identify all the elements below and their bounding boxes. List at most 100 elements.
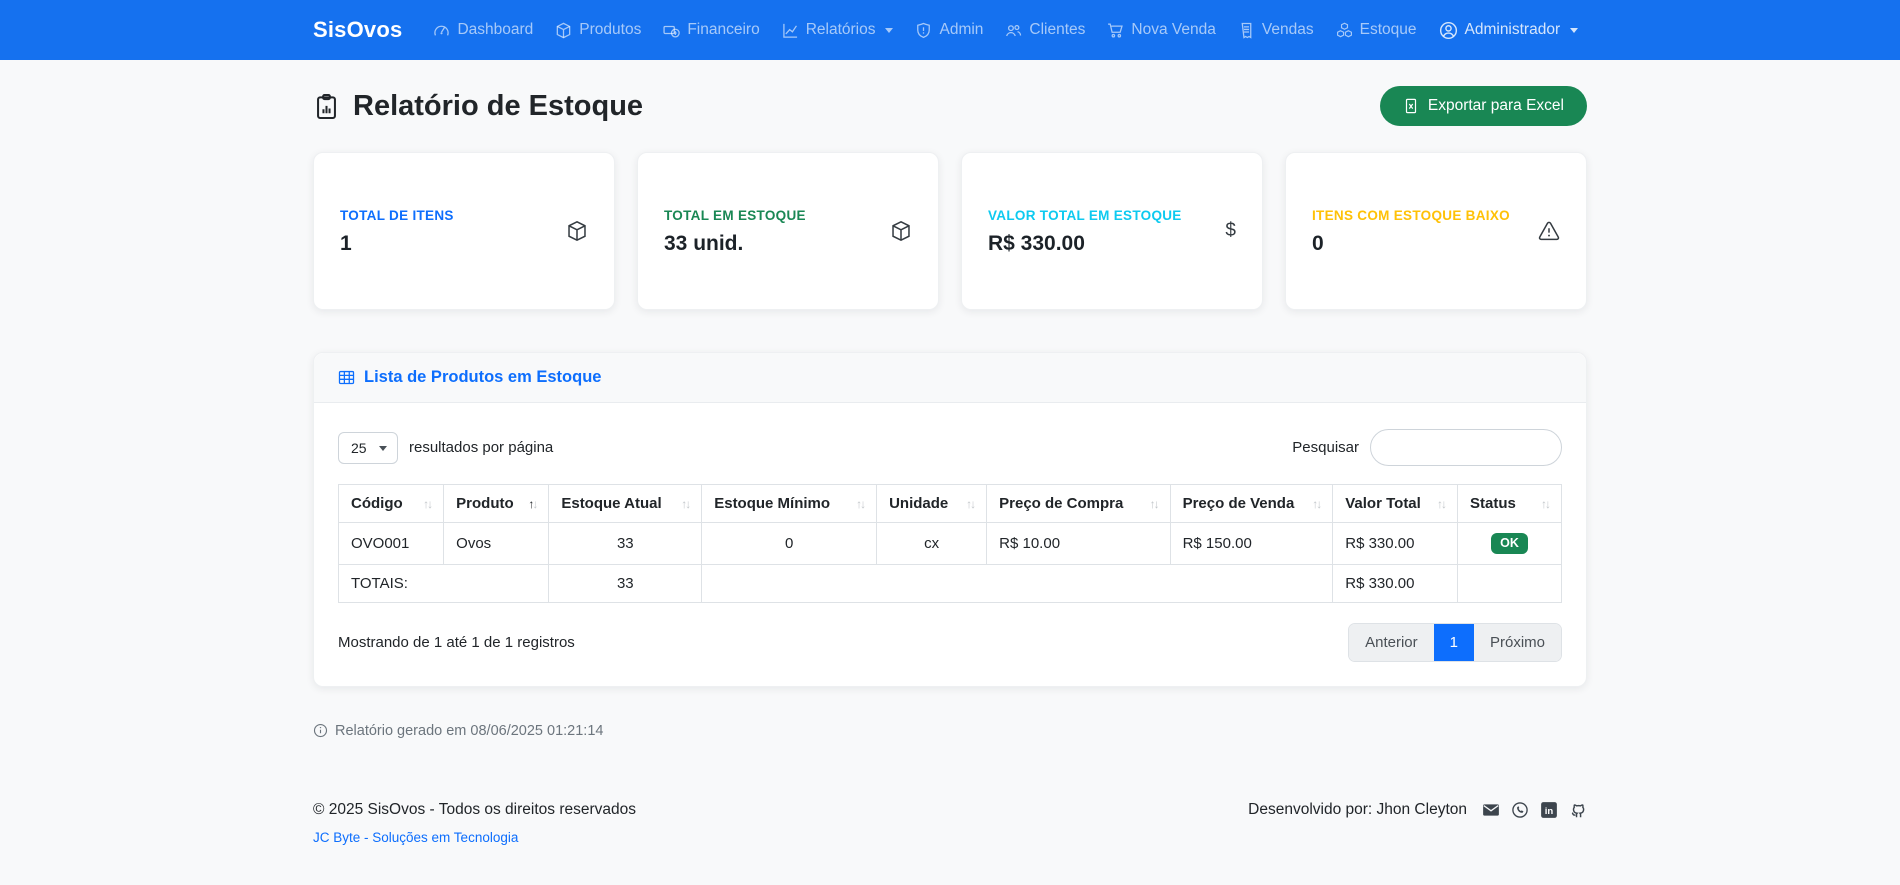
nav-item-admin[interactable]: Admin bbox=[904, 13, 994, 47]
nav-item-label: Produtos bbox=[579, 21, 641, 39]
top-navbar: SisOvos Dashboard Produtos Financeiro Re… bbox=[0, 0, 1900, 60]
nav-item-label: Estoque bbox=[1360, 21, 1417, 39]
pagination-page-1-button[interactable]: 1 bbox=[1434, 624, 1474, 661]
table-icon bbox=[338, 369, 355, 386]
cart-icon bbox=[1107, 22, 1124, 39]
receipt-icon bbox=[1238, 22, 1255, 39]
chevron-down-icon bbox=[1570, 28, 1578, 33]
cash-coin-icon bbox=[663, 22, 680, 39]
search-input[interactable] bbox=[1370, 429, 1562, 466]
person-circle-icon bbox=[1439, 21, 1458, 40]
totals-valor: R$ 330.00 bbox=[1333, 564, 1458, 602]
card-title: TOTAL EM ESTOQUE bbox=[664, 206, 880, 227]
chevron-down-icon bbox=[885, 28, 893, 33]
column-header-codigo[interactable]: Código↑↓ bbox=[339, 485, 444, 523]
nav-item-estoque[interactable]: Estoque bbox=[1325, 13, 1428, 47]
column-header-preco-compra[interactable]: Preço de Compra↑↓ bbox=[987, 485, 1170, 523]
box-icon bbox=[890, 220, 912, 242]
totals-estoque: 33 bbox=[549, 564, 702, 602]
nav-item-nova-venda[interactable]: Nova Venda bbox=[1096, 13, 1226, 47]
page-length-label: resultados por página bbox=[409, 439, 553, 456]
cell-valor-total: R$ 330.00 bbox=[1333, 523, 1458, 565]
pagination-next-button[interactable]: Próximo bbox=[1474, 624, 1561, 661]
info-circle-icon bbox=[313, 723, 328, 738]
cell-produto: Ovos bbox=[444, 523, 549, 565]
cell-unidade: cx bbox=[877, 523, 987, 565]
nav-item-label: Financeiro bbox=[687, 21, 759, 39]
nav-item-label: Vendas bbox=[1262, 21, 1314, 39]
page-title: Relatório de Estoque bbox=[313, 90, 643, 123]
warning-icon bbox=[1538, 220, 1560, 242]
column-header-preco-venda[interactable]: Preço de Venda↑↓ bbox=[1170, 485, 1333, 523]
sort-icon: ↑↓ bbox=[1312, 497, 1320, 511]
card-title: TOTAL DE ITENS bbox=[340, 206, 556, 227]
report-generated-note: Relatório gerado em 08/06/2025 01:21:14 bbox=[313, 723, 1587, 739]
cell-status: OK bbox=[1457, 523, 1561, 565]
user-menu[interactable]: Administrador bbox=[1428, 13, 1590, 48]
table-row: OVO001 Ovos 33 0 cx R$ 10.00 R$ 150.00 R… bbox=[339, 523, 1562, 565]
shield-icon bbox=[915, 22, 932, 39]
email-icon[interactable] bbox=[1482, 801, 1500, 819]
whatsapp-icon[interactable] bbox=[1511, 801, 1529, 819]
card-total-estoque: TOTAL EM ESTOQUE 33 unid. bbox=[637, 152, 939, 310]
dollar-icon: $ bbox=[1225, 220, 1236, 242]
table-header-row: Código↑↓ Produto↑↓ Estoque Atual↑↓ Estoq… bbox=[339, 485, 1562, 523]
column-header-valor-total[interactable]: Valor Total↑↓ bbox=[1333, 485, 1458, 523]
page-length-select[interactable]: 25 bbox=[338, 432, 398, 464]
column-header-unidade[interactable]: Unidade↑↓ bbox=[877, 485, 987, 523]
cell-estoque-atual: 33 bbox=[549, 523, 702, 565]
table-card-header: Lista de Produtos em Estoque bbox=[314, 353, 1586, 403]
report-generated-text: Relatório gerado em 08/06/2025 01:21:14 bbox=[335, 723, 603, 739]
graph-icon bbox=[782, 22, 799, 39]
file-excel-icon bbox=[1403, 98, 1419, 114]
table-info: Mostrando de 1 até 1 de 1 registros bbox=[338, 634, 575, 651]
nav-item-label: Nova Venda bbox=[1131, 21, 1215, 39]
export-excel-button[interactable]: Exportar para Excel bbox=[1380, 86, 1587, 126]
sort-icon: ↑↓ bbox=[1541, 497, 1549, 511]
table-card-title: Lista de Produtos em Estoque bbox=[364, 368, 601, 387]
column-header-estoque-minimo[interactable]: Estoque Mínimo↑↓ bbox=[702, 485, 877, 523]
nav-item-label: Admin bbox=[939, 21, 983, 39]
sort-icon: ↑↓ bbox=[856, 497, 864, 511]
clipboard-data-icon bbox=[313, 93, 340, 120]
nav-item-clientes[interactable]: Clientes bbox=[994, 13, 1096, 47]
nav-item-relatorios[interactable]: Relatórios bbox=[771, 13, 905, 47]
user-menu-label: Administrador bbox=[1465, 21, 1561, 39]
copyright-text: © 2025 SisOvos - Todos os direitos reser… bbox=[313, 801, 636, 819]
card-total-itens: TOTAL DE ITENS 1 bbox=[313, 152, 615, 310]
pagination-previous-button[interactable]: Anterior bbox=[1349, 624, 1434, 661]
card-title: VALOR TOTAL EM ESTOQUE bbox=[988, 206, 1215, 227]
card-value: R$ 330.00 bbox=[988, 232, 1215, 256]
products-table: Código↑↓ Produto↑↓ Estoque Atual↑↓ Estoq… bbox=[338, 484, 1562, 603]
nav-item-label: Clientes bbox=[1029, 21, 1085, 39]
boxes-icon bbox=[1336, 22, 1353, 39]
cell-preco-compra: R$ 10.00 bbox=[987, 523, 1170, 565]
nav-item-vendas[interactable]: Vendas bbox=[1227, 13, 1325, 47]
card-value: 33 unid. bbox=[664, 232, 880, 256]
sort-icon: ↑↓ bbox=[681, 497, 689, 511]
page-footer: © 2025 SisOvos - Todos os direitos reser… bbox=[313, 801, 1587, 875]
nav-item-label: Relatórios bbox=[806, 21, 876, 39]
cell-codigo: OVO001 bbox=[339, 523, 444, 565]
nav-item-label: Dashboard bbox=[457, 21, 533, 39]
column-header-produto[interactable]: Produto↑↓ bbox=[444, 485, 549, 523]
status-badge: OK bbox=[1491, 533, 1528, 554]
card-value: 1 bbox=[340, 232, 556, 256]
cell-preco-venda: R$ 150.00 bbox=[1170, 523, 1333, 565]
brand-logo[interactable]: SisOvos bbox=[313, 17, 402, 43]
column-header-estoque-atual[interactable]: Estoque Atual↑↓ bbox=[549, 485, 702, 523]
products-table-card: Lista de Produtos em Estoque 25 resultad… bbox=[313, 352, 1587, 687]
totals-spacer bbox=[702, 564, 1333, 602]
column-header-status[interactable]: Status↑↓ bbox=[1457, 485, 1561, 523]
linkedin-icon[interactable]: in bbox=[1540, 801, 1558, 819]
github-icon[interactable] bbox=[1569, 801, 1587, 819]
card-value: 0 bbox=[1312, 232, 1528, 256]
nav-item-financeiro[interactable]: Financeiro bbox=[652, 13, 770, 47]
box-icon bbox=[566, 220, 588, 242]
sort-icon: ↑↓ bbox=[423, 497, 431, 511]
card-valor-total: VALOR TOTAL EM ESTOQUE R$ 330.00 $ bbox=[961, 152, 1263, 310]
nav-item-dashboard[interactable]: Dashboard bbox=[422, 13, 544, 47]
company-link[interactable]: JC Byte - Soluções em Tecnologia bbox=[313, 830, 518, 845]
sort-icon: ↑↓ bbox=[966, 497, 974, 511]
nav-item-produtos[interactable]: Produtos bbox=[544, 13, 652, 47]
